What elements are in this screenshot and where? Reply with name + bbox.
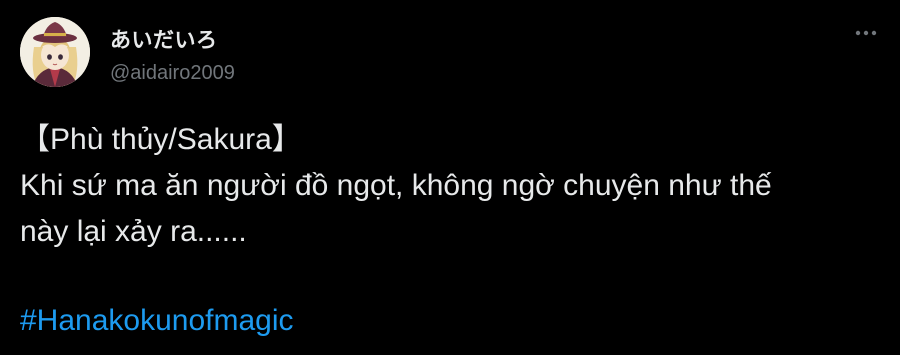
display-name[interactable]: あいだいろ <box>110 24 218 54</box>
tweet-text-line: này lại xảy ra...... <box>20 215 247 248</box>
more-options-button[interactable] <box>848 20 884 46</box>
tweet-text: 【Phù thủy/Sakura】 Khi sứ ma ăn người đồ … <box>20 117 880 255</box>
more-horizontal-icon <box>855 30 877 36</box>
tweet-text-line: Khi sứ ma ăn người đồ ngọt, không ngờ ch… <box>20 169 772 202</box>
user-handle[interactable]: @aidairo2009 <box>110 62 235 85</box>
hashtag-link[interactable]: #Hanakokunofmagic <box>20 298 294 344</box>
avatar[interactable] <box>20 17 90 87</box>
avatar-image <box>20 17 90 87</box>
tweet-card: あいだいろ @aidairo2009 【Phù thủy/Sakura】 Khi… <box>0 0 900 355</box>
tweet-text-line: 【Phù thủy/Sakura】 <box>20 123 302 156</box>
